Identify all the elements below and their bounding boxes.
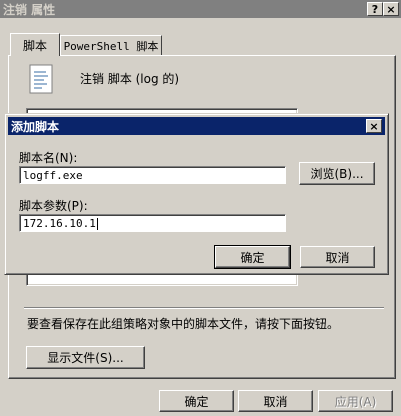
separator	[24, 307, 384, 309]
script-params-value: 172.16.10.1	[23, 217, 96, 230]
cancel-button[interactable]: 取消	[238, 390, 313, 412]
show-files-label: 显示文件(S)...	[47, 351, 124, 365]
tab-powershell-scripts[interactable]: PowerShell 脚本	[60, 35, 162, 55]
script-name-label: 脚本名(N):	[19, 151, 78, 165]
window-close-button[interactable]: ×	[383, 2, 399, 16]
script-icon	[27, 64, 55, 94]
dialog-ok-button[interactable]: 确定	[214, 245, 291, 269]
script-params-label: 脚本参数(P):	[19, 199, 88, 213]
ok-button[interactable]: 确定	[159, 390, 234, 412]
browse-label: 浏览(B)...	[310, 167, 364, 181]
window-titlebar: 注销 属性	[0, 0, 401, 18]
text-cursor	[96, 218, 98, 230]
script-params-input[interactable]: 172.16.10.1	[19, 214, 286, 232]
script-header-text: 注销 脚本 (log 的)	[80, 72, 180, 86]
help-icon: ?	[371, 2, 379, 16]
show-files-button[interactable]: 显示文件(S)...	[26, 346, 145, 369]
dialog-cancel-button[interactable]: 取消	[300, 246, 375, 268]
add-script-dialog: 添加脚本 × 脚本名(N): logff.exe 浏览(B)... 脚本参数(P…	[4, 113, 389, 275]
tab-scripts-label: 脚本	[22, 38, 47, 53]
dialog-titlebar: 添加脚本	[8, 117, 385, 135]
ok-label: 确定	[184, 394, 209, 409]
tab-scripts[interactable]: 脚本	[10, 33, 60, 56]
dialog-title: 添加脚本	[11, 119, 60, 134]
dialog-cancel-label: 取消	[325, 250, 350, 265]
apply-label: 应用(A)	[334, 394, 377, 409]
browse-button[interactable]: 浏览(B)...	[299, 162, 375, 185]
dialog-ok-label: 确定	[240, 250, 265, 265]
close-icon: ×	[369, 119, 379, 133]
script-name-input[interactable]: logff.exe	[19, 166, 286, 184]
dialog-close-button[interactable]: ×	[366, 119, 382, 133]
apply-button[interactable]: 应用(A)	[318, 390, 393, 412]
info-text: 要查看保存在此组策略对象中的脚本文件，请按下面按钮。	[27, 317, 340, 331]
close-icon: ×	[386, 2, 396, 16]
cancel-label: 取消	[263, 394, 288, 409]
window-title: 注销 属性	[3, 2, 56, 17]
tab-powershell-label: PowerShell 脚本	[63, 39, 159, 53]
help-button[interactable]: ?	[367, 2, 383, 16]
